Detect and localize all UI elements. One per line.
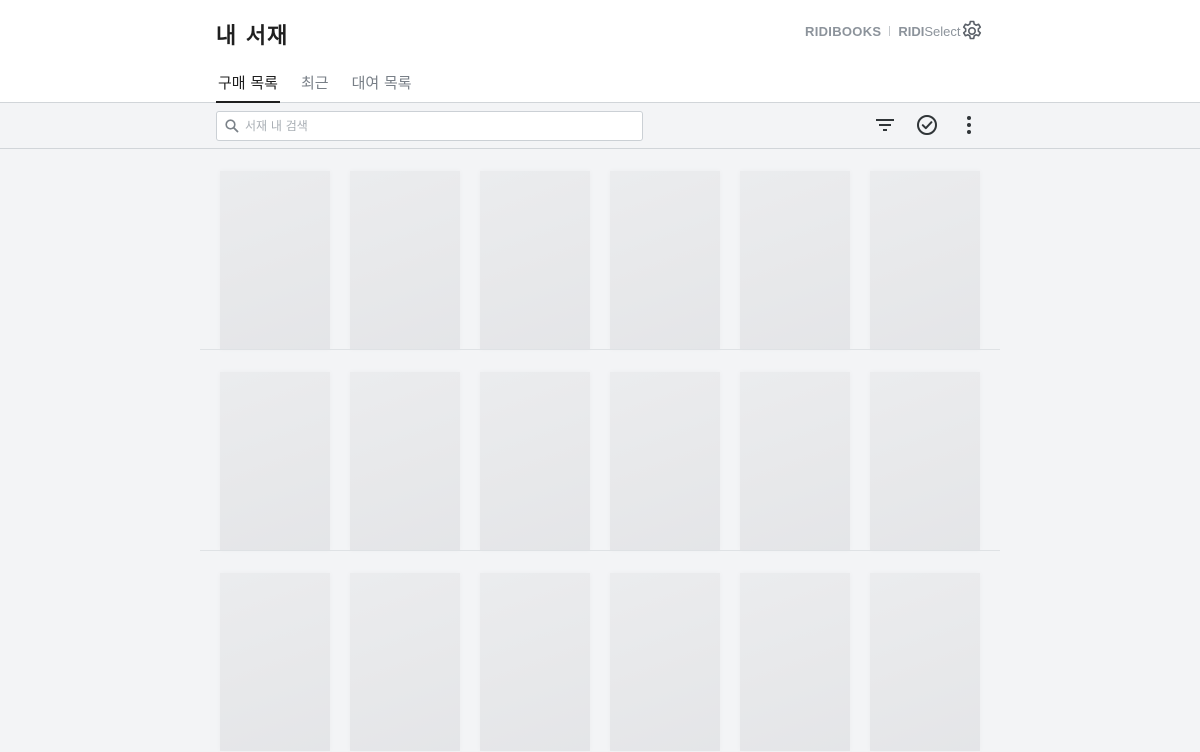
- app-header: 내 서재 RIDIBOOKS RIDISelect 구매 목록 최근 대여 목록: [0, 0, 1200, 103]
- ridibooks-link[interactable]: RIDIBOOKS: [805, 24, 881, 39]
- book-placeholder: [350, 573, 460, 751]
- search-box: [216, 111, 643, 141]
- brand-links: RIDIBOOKS RIDISelect: [805, 20, 961, 42]
- book-placeholder: [480, 372, 590, 550]
- book-placeholder: [480, 573, 590, 751]
- tab-rental[interactable]: 대여 목록: [350, 70, 414, 103]
- tab-recent[interactable]: 최근: [299, 70, 331, 103]
- tab-purchased[interactable]: 구매 목록: [216, 70, 280, 103]
- book-placeholder: [350, 372, 460, 550]
- shelf-row: [200, 149, 1000, 350]
- book-placeholder: [220, 171, 330, 349]
- filter-icon: [876, 119, 894, 131]
- select-mode-button[interactable]: [915, 113, 939, 137]
- filter-button[interactable]: [873, 113, 897, 137]
- ridiselect-light-text: Select: [924, 23, 961, 39]
- book-placeholder: [870, 372, 980, 550]
- page-title: 내 서재: [216, 24, 289, 49]
- book-placeholder: [610, 573, 720, 751]
- book-placeholder: [740, 171, 850, 349]
- more-options-button[interactable]: [957, 113, 981, 137]
- gear-icon: [962, 20, 982, 40]
- book-placeholder: [610, 372, 720, 550]
- ridiselect-link[interactable]: RIDISelect: [898, 24, 960, 39]
- check-circle-icon: [917, 115, 937, 135]
- library-tabs: 구매 목록 최근 대여 목록: [216, 70, 433, 103]
- settings-button[interactable]: [960, 19, 984, 43]
- book-placeholder: [740, 573, 850, 751]
- more-vertical-icon: [967, 116, 971, 134]
- shelf-row: [200, 350, 1000, 551]
- book-placeholder: [350, 171, 460, 349]
- book-placeholder: [480, 171, 590, 349]
- search-input[interactable]: [245, 112, 635, 140]
- book-placeholder: [740, 372, 850, 550]
- book-placeholder: [610, 171, 720, 349]
- bookshelf: [0, 149, 1200, 752]
- book-placeholder: [220, 573, 330, 751]
- brand-divider: [889, 26, 891, 36]
- book-placeholder: [870, 573, 980, 751]
- book-placeholder: [870, 171, 980, 349]
- library-toolbar: [0, 103, 1200, 149]
- search-icon: [225, 119, 239, 133]
- ridiselect-bold-text: RIDI: [898, 23, 925, 39]
- shelf-row: [200, 551, 1000, 752]
- book-placeholder: [220, 372, 330, 550]
